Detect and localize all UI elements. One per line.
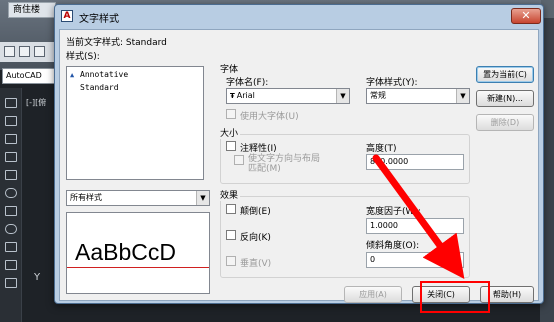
close-button-highlight — [420, 281, 490, 313]
red-arrow-icon — [372, 154, 465, 279]
annotation-overlay — [372, 154, 465, 279]
